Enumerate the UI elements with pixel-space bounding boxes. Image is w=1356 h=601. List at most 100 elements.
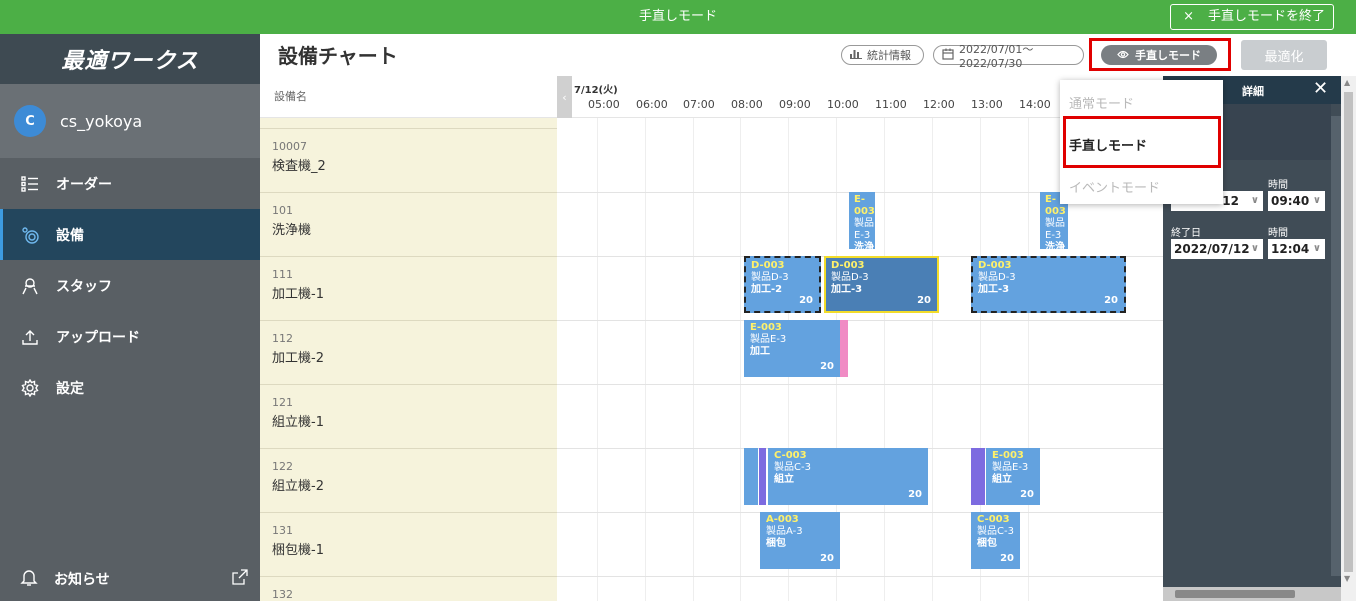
row-divider — [557, 320, 1163, 321]
task-code: E-003 — [750, 322, 782, 333]
setup-marker[interactable] — [759, 448, 766, 505]
task-bar[interactable]: E-003 製品E-3 組立 20 — [986, 448, 1040, 505]
end-date-select[interactable]: 2022/07/12 ∨ — [1171, 239, 1263, 259]
detail-scrollbar[interactable] — [1331, 116, 1341, 576]
task-quantity: 20 — [1104, 295, 1118, 306]
task-quantity: 20 — [1020, 489, 1034, 500]
hour-label: 07:00 — [683, 98, 715, 111]
hour-label: 13:00 — [971, 98, 1003, 111]
chevron-down-icon: ∨ — [1250, 195, 1259, 206]
grid-line — [740, 118, 741, 601]
end-mode-button[interactable]: × 手直しモードを終了 — [1170, 4, 1334, 30]
grid-line — [597, 118, 598, 601]
sidebar-item-orders[interactable]: オーダー — [0, 158, 260, 209]
date-range-button[interactable]: 2022/07/01〜2022/07/30 — [933, 43, 1084, 70]
task-bar[interactable]: E-003 製品E-3 洗浄 — [849, 192, 875, 249]
task-bar-selected[interactable]: D-003 製品D-3 加工-2 20 — [744, 256, 821, 313]
date-range-label: 2022/07/01〜2022/07/30 — [959, 42, 1034, 70]
equipment-code: 122 — [272, 460, 293, 473]
task-product: 製品E-3 — [854, 218, 874, 241]
equipment-row[interactable]: 111 加工機-1 — [260, 256, 557, 320]
task-bar-selected[interactable]: D-003 製品D-3 加工-3 20 — [971, 256, 1126, 313]
hour-label: 06:00 — [636, 98, 668, 111]
task-bar-active[interactable]: D-003 製品D-3 加工-3 20 — [824, 256, 939, 313]
grid-line — [932, 118, 933, 601]
sidebar-item-label: オーダー — [56, 176, 112, 193]
equipment-row[interactable]: 132 — [260, 576, 557, 601]
hour-label: 08:00 — [731, 98, 763, 111]
detail-horizontal-scrollbar[interactable] — [1163, 587, 1341, 601]
equipment-row[interactable]: 112 加工機-2 — [260, 320, 557, 384]
start-time-select[interactable]: 09:40 ∨ — [1268, 191, 1325, 211]
equipment-code: 111 — [272, 268, 293, 281]
hour-label: 09:00 — [779, 98, 811, 111]
stats-button[interactable]: 統計情報 — [841, 45, 924, 65]
task-bar[interactable]: C-003 製品C-3 組立 20 — [768, 448, 928, 505]
close-icon[interactable]: ✕ — [1313, 78, 1328, 99]
sidebar-item-label: 設備 — [56, 227, 84, 244]
setup-marker[interactable] — [971, 448, 985, 505]
sidebar-item-notice[interactable]: お知らせ — [0, 557, 260, 601]
equipment-row[interactable]: 10007 検査機_2 — [260, 128, 557, 192]
task-bar[interactable]: C-003 製品C-3 梱包 20 — [971, 512, 1020, 569]
task-product: 製品A-3 — [766, 526, 803, 537]
task-bar[interactable]: E-003 製品E-3 加工 20 — [744, 320, 840, 377]
equipment-column: 設備名 10007 検査機_2 101 洗浄機 111 加工機-1 112 加工… — [260, 76, 557, 601]
end-mode-label: 手直しモードを終了 — [1207, 9, 1325, 24]
menu-item-normal-mode[interactable]: 通常モード — [1069, 93, 1134, 112]
task-operation: 加工 — [750, 346, 770, 357]
task-product: 製品E-3 — [992, 462, 1029, 473]
hour-label: 11:00 — [875, 98, 907, 111]
task-operation: 組立 — [992, 474, 1012, 485]
external-link-icon[interactable] — [232, 569, 248, 589]
sidebar-item-settings[interactable]: 設定 — [0, 362, 260, 413]
row-divider — [557, 512, 1163, 513]
equipment-name: 加工機-1 — [272, 287, 324, 302]
sidebar-item-staff[interactable]: スタッフ — [0, 260, 260, 311]
equipment-column-header: 設備名 — [260, 76, 557, 118]
task-quantity: 20 — [799, 295, 813, 306]
task-product: 製品D-3 — [978, 272, 1016, 283]
equipment-code: 101 — [272, 204, 293, 217]
equipment-row[interactable]: 101 洗浄機 — [260, 192, 557, 256]
setup-marker[interactable] — [840, 320, 848, 377]
task-quantity: 20 — [917, 295, 931, 306]
hour-label: 05:00 — [588, 98, 620, 111]
task-operation: 加工-3 — [978, 284, 1010, 295]
end-time-select[interactable]: 12:04 ∨ — [1268, 239, 1325, 259]
mode-banner-title: 手直しモード — [638, 9, 717, 24]
mode-toggle-button[interactable]: 手直しモード — [1101, 45, 1217, 65]
task-product: 製品E-3 — [750, 334, 787, 345]
equipment-name: 加工機-2 — [272, 351, 324, 366]
task-code: E-003 — [992, 450, 1024, 461]
close-icon: × — [1183, 9, 1194, 24]
eye-icon — [1117, 49, 1129, 62]
detail-panel-title: 詳細 — [1242, 85, 1264, 98]
mode-toggle-label: 手直しモード — [1135, 49, 1201, 62]
task-bar[interactable] — [744, 448, 758, 505]
equipment-row[interactable]: 121 組立機-1 — [260, 384, 557, 448]
gear-cog-icon — [20, 225, 40, 245]
logo[interactable]: 最適ワークス — [0, 34, 260, 84]
task-quantity: 20 — [820, 553, 834, 564]
scroll-left-button[interactable]: ‹ — [557, 76, 572, 118]
sidebar: 最適ワークス C cs_yokoya オーダー 設備 スタッフ アップロード 設… — [0, 34, 260, 601]
equipment-row[interactable]: 122 組立機-2 — [260, 448, 557, 512]
menu-item-event-mode[interactable]: イベントモード — [1069, 177, 1160, 196]
task-bar[interactable]: A-003 製品A-3 梱包 20 — [760, 512, 840, 569]
task-product: 製品C-3 — [774, 462, 811, 473]
task-operation: 梱包 — [977, 538, 997, 549]
sidebar-item-upload[interactable]: アップロード — [0, 311, 260, 362]
page-scrollbar[interactable]: ▲ ▼ — [1341, 76, 1356, 601]
sidebar-item-equipment[interactable]: 設備 — [0, 209, 260, 260]
equipment-code: 121 — [272, 396, 293, 409]
optimize-button[interactable]: 最適化 — [1241, 40, 1327, 70]
equipment-name: 組立機-2 — [272, 479, 324, 494]
equipment-code: 132 — [272, 588, 293, 601]
equipment-code: 112 — [272, 332, 293, 345]
equipment-row[interactable]: 131 梱包機-1 — [260, 512, 557, 576]
row-divider — [557, 576, 1163, 577]
user-name: cs_yokoya — [60, 111, 143, 131]
equipment-name: 梱包機-1 — [272, 543, 324, 558]
user-profile[interactable]: C cs_yokoya — [0, 84, 260, 158]
